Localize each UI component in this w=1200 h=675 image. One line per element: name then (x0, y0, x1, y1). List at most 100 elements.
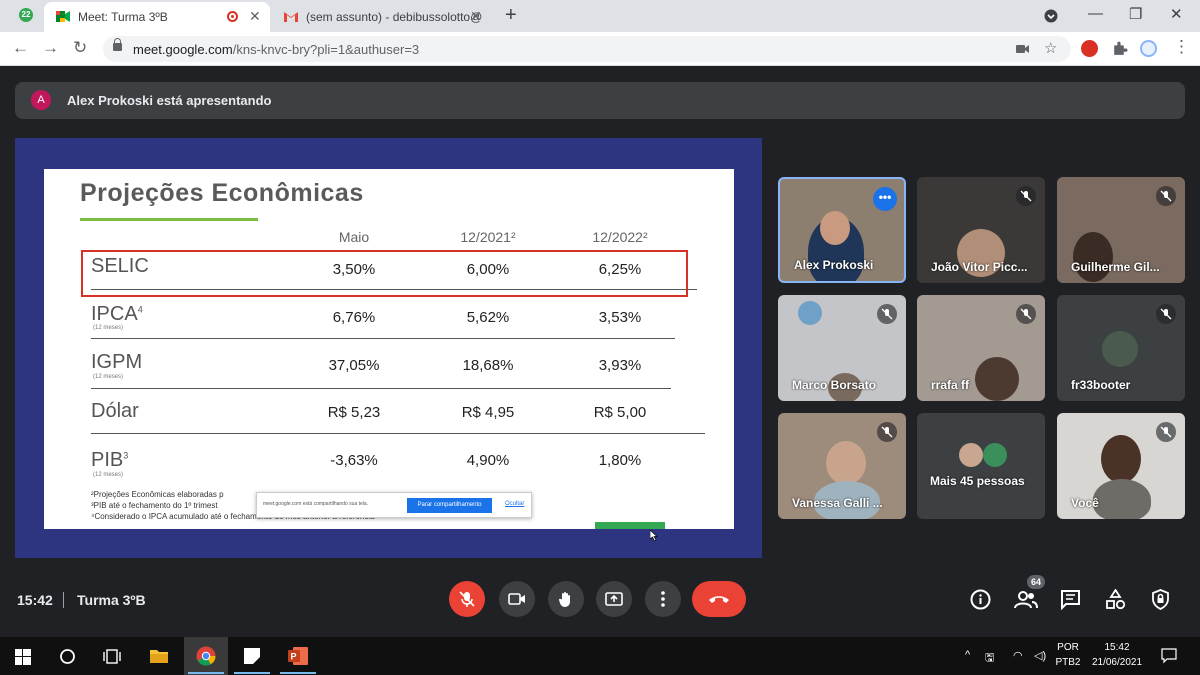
present-now-button[interactable] (596, 581, 632, 617)
participants-icon[interactable] (1014, 589, 1038, 610)
tab-title: (sem assunto) - debibussolotto@ (306, 10, 483, 24)
video-feed (798, 301, 822, 325)
profile-avatar[interactable] (1140, 40, 1157, 57)
minimize-icon[interactable]: — (1088, 5, 1103, 22)
divider (63, 592, 64, 608)
chrome-menu-icon[interactable]: ⋮ (1173, 37, 1190, 57)
meeting-name: Turma 3ºB (77, 592, 146, 608)
muted-mic-icon (1156, 422, 1176, 442)
table-cell: R$ 5,23 (327, 404, 381, 421)
stop-sharing-button[interactable]: Parar compartilhamento (407, 498, 492, 513)
row-divider (91, 338, 675, 339)
powerpoint-icon[interactable]: P (287, 646, 309, 666)
forward-icon[interactable]: → (42, 38, 59, 58)
address-bar[interactable]: meet.google.com/kns-knvc-bry?pli=1&authu… (103, 36, 1071, 62)
participant-tile[interactable]: Você (1057, 413, 1185, 519)
column-header: 12/2022² (592, 229, 648, 245)
row-label: Dólar (91, 400, 139, 422)
wifi-icon[interactable]: ◠ (1013, 649, 1023, 662)
row-sublabel: (12 meses) (93, 374, 124, 380)
camera-icon (508, 593, 525, 605)
participant-tile[interactable]: Guilherme Gil... (1057, 177, 1185, 283)
windows-start-icon[interactable] (15, 649, 31, 665)
tab-counter-badge[interactable]: 22 (19, 8, 33, 22)
system-clock[interactable]: 15:42 21/06/2021 (1087, 642, 1147, 668)
search-icon[interactable] (59, 648, 76, 665)
tab-meet[interactable]: Meet: Turma 3ºB ✕ (44, 2, 270, 32)
table-cell: 3,53% (598, 309, 642, 326)
table-cell: -3,63% (330, 452, 378, 469)
activities-icon[interactable] (1105, 589, 1126, 610)
table-cell: 4,90% (466, 452, 510, 469)
table-cell: 5,62% (466, 309, 510, 326)
taskbar-active-indicator (188, 672, 224, 674)
muted-mic-icon (877, 304, 897, 324)
presenter-avatar: A (31, 90, 51, 110)
table-cell: 37,05% (328, 357, 380, 374)
leave-call-button[interactable] (692, 581, 746, 617)
file-explorer-icon[interactable] (149, 648, 169, 664)
recording-icon (227, 11, 238, 22)
input-language[interactable]: POR PTB2 (1053, 642, 1083, 668)
tab-search-icon[interactable] (1044, 9, 1058, 23)
camera-icon[interactable] (1016, 44, 1029, 54)
back-icon[interactable]: ← (12, 38, 29, 58)
taskbar-running-indicator (234, 672, 270, 674)
muted-mic-icon (877, 422, 897, 442)
url-text: meet.google.com/kns-knvc-bry?pli=1&authu… (133, 42, 420, 57)
tab-title: Meet: Turma 3ºB (78, 10, 168, 24)
hang-up-icon (709, 596, 729, 603)
more-participants-tile[interactable]: Mais 45 pessoas (917, 413, 1045, 519)
lock-icon[interactable] (113, 38, 122, 51)
participant-name: Vanessa Galli ... (792, 496, 883, 510)
task-view-icon[interactable] (103, 649, 121, 664)
participant-tile[interactable]: Vanessa Galli ... (778, 413, 906, 519)
close-window-icon[interactable]: ✕ (1170, 5, 1183, 23)
volume-icon[interactable]: ◁) (1034, 649, 1046, 662)
sticky-notes-icon[interactable] (243, 647, 261, 665)
participant-tile[interactable]: João Vitor Picc... (917, 177, 1045, 283)
video-feed (975, 357, 1019, 401)
row-label: PIB3 (91, 449, 129, 471)
participant-tile[interactable]: Marco Borsato (778, 295, 906, 401)
chrome-icon[interactable] (196, 646, 216, 666)
participant-name: João Vitor Picc... (931, 260, 1028, 274)
presentation-area: Projeções Econômicas Maio 12/2021² 12/20… (15, 138, 762, 558)
close-tab-icon[interactable]: ✕ (470, 8, 482, 25)
extensions-puzzle-icon[interactable] (1111, 40, 1128, 57)
column-header: Maio (338, 229, 370, 245)
more-options-button[interactable]: ••• (873, 187, 897, 211)
meeting-info-icon[interactable] (970, 589, 991, 610)
device-status-icon[interactable]: 🖫 (985, 649, 994, 668)
browser-tabstrip: 22 Meet: Turma 3ºB ✕ (sem assunto) - deb… (0, 0, 1200, 32)
chat-icon[interactable] (1060, 589, 1081, 610)
reload-icon[interactable]: ↻ (73, 38, 87, 58)
present-screen-icon (605, 592, 623, 606)
participant-tile[interactable]: rrafa ff (917, 295, 1045, 401)
slide: Projeções Econômicas Maio 12/2021² 12/20… (44, 169, 734, 529)
hand-icon (558, 592, 570, 608)
mic-toggle-button[interactable] (449, 581, 485, 617)
hide-popup-link[interactable]: Ocultar (505, 501, 524, 507)
tab-gmail[interactable]: (sem assunto) - debibussolotto@ ✕ (272, 2, 494, 32)
notifications-icon[interactable] (1161, 648, 1177, 664)
participant-name: Marco Borsato (792, 378, 877, 392)
more-participants-label: Mais 45 pessoas (930, 474, 1025, 488)
extension-red-icon[interactable] (1081, 40, 1098, 57)
row-divider (91, 388, 671, 389)
participant-name: Guilherme Gil... (1071, 260, 1160, 274)
taskbar-running-indicator (280, 672, 316, 674)
host-controls-icon[interactable] (1150, 589, 1171, 610)
bookmark-star-icon[interactable]: ☆ (1044, 39, 1057, 57)
more-options-button[interactable] (645, 581, 681, 617)
restore-icon[interactable]: ❐ (1129, 5, 1142, 23)
show-hidden-icons[interactable]: ^ (965, 649, 970, 661)
participant-tile[interactable]: fr33booter (1057, 295, 1185, 401)
new-tab-button[interactable]: + (505, 4, 517, 27)
close-tab-icon[interactable]: ✕ (249, 8, 261, 25)
participant-tile[interactable]: ••• Alex Prokoski (778, 177, 906, 283)
camera-toggle-button[interactable] (499, 581, 535, 617)
raise-hand-button[interactable] (548, 581, 584, 617)
presenter-banner: A Alex Prokoski está apresentando (15, 82, 1185, 119)
participant-name: fr33booter (1071, 378, 1131, 392)
